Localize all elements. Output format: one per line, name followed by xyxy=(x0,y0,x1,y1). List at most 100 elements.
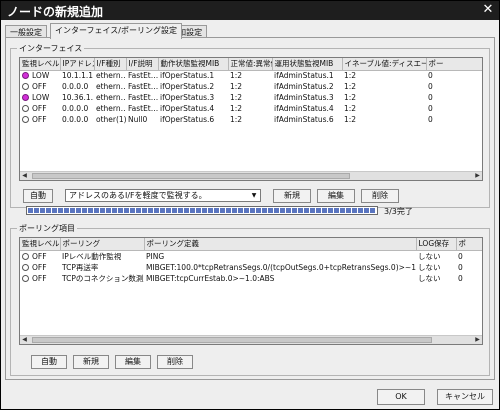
table-row[interactable]: OFF 0.0.0.0 ethern… FastEt… ifOperStatus… xyxy=(20,103,482,114)
interface-auto-button[interactable]: 自動 xyxy=(23,189,53,203)
type-cell: ethern… xyxy=(96,82,126,91)
scroll-left-icon[interactable]: ◀ xyxy=(20,172,29,180)
normal-cell: 1:2 xyxy=(230,93,243,102)
polling-definition-cell: MIBGET:tcpCurrEstab.0>~1.0:ABS xyxy=(146,273,275,283)
polling-group: ポーリング項目 監視レベル ポーリング ポーリング定義 LOG保存 ポ OFF … xyxy=(10,223,490,376)
desc-cell: FastEt… xyxy=(128,71,158,81)
port-cell: 0 xyxy=(428,82,433,91)
interface-mode-select[interactable]: アドレスのあるI/Fを軽度で監視する。 ▼ xyxy=(65,189,261,202)
type-cell: ethern… xyxy=(96,93,126,102)
table-row[interactable]: OFF 0.0.0.0 ethern… FastEt… ifOperStatus… xyxy=(20,81,482,92)
monitor-level-cell[interactable]: LOW xyxy=(20,70,60,81)
scroll-left-icon[interactable]: ◀ xyxy=(20,336,29,344)
ip-cell: 10.1.1.1 xyxy=(62,71,94,81)
radio-unselected-icon[interactable] xyxy=(22,252,29,260)
radio-selected-icon[interactable] xyxy=(22,94,29,101)
close-icon[interactable]: ✕ xyxy=(480,2,496,18)
col-polling-definition[interactable]: ポーリング定義 xyxy=(144,238,417,251)
interface-edit-button[interactable]: 編集 xyxy=(317,189,355,203)
po-cell: 0 xyxy=(458,262,463,272)
radio-unselected-icon[interactable] xyxy=(22,83,29,90)
tab-interface-polling[interactable]: インターフェイス/ポーリング設定 xyxy=(50,23,182,39)
table-row[interactable]: LOW 10.36.1… ethern… FastEt… ifOperStatu… xyxy=(20,92,482,103)
admin-mib-cell: ifAdminStatus.3 xyxy=(274,93,334,102)
oper-mib-cell: ifOperStatus.2 xyxy=(160,82,215,91)
radio-unselected-icon[interactable] xyxy=(22,105,29,112)
interface-mode-value: アドレスのあるI/Fを軽度で監視する。 xyxy=(69,191,207,200)
log-cell: しない xyxy=(418,262,441,272)
col-enable-disable[interactable]: イネーブル値:ディスエーブル値 xyxy=(342,58,427,71)
monitor-level-cell[interactable]: OFF xyxy=(20,103,60,114)
cancel-button[interactable]: キャンセル xyxy=(437,389,493,405)
scroll-thumb[interactable] xyxy=(32,173,350,179)
col-log-save[interactable]: LOG保存 xyxy=(416,238,457,251)
admin-mib-cell: ifAdminStatus.2 xyxy=(274,82,334,91)
ok-button[interactable]: OK xyxy=(377,389,425,405)
scroll-right-icon[interactable]: ▶ xyxy=(473,172,482,180)
monitor-level-cell[interactable]: OFF xyxy=(20,273,60,284)
monitor-level-cell[interactable]: LOW xyxy=(20,92,60,103)
col-admin-mib[interactable]: 運用状態監視MIB xyxy=(272,58,343,71)
col-oper-mib[interactable]: 動作状態監視MIB xyxy=(158,58,229,71)
polling-definition-cell: MIBGET:100.0*tcpRetransSegs.0/(tcpOutSeg… xyxy=(146,262,416,272)
col-if-type[interactable]: I/F種別 xyxy=(94,58,127,71)
port-cell: 0 xyxy=(428,104,433,113)
interface-group: インターフェイス 監視レベル IPアドレス I/F種別 I/F説明 動作状態監視… xyxy=(10,43,490,208)
oper-mib-cell: ifOperStatus.6 xyxy=(160,115,215,124)
polling-hscrollbar[interactable]: ◀ ▶ xyxy=(20,335,482,344)
title-bar[interactable]: ノードの新規追加 ✕ xyxy=(1,1,499,20)
scroll-thumb[interactable] xyxy=(32,337,432,343)
scroll-right-icon[interactable]: ▶ xyxy=(473,336,482,344)
log-cell: しない xyxy=(418,251,441,261)
progress-text: 3/3完了 xyxy=(384,207,413,216)
oper-mib-cell: ifOperStatus.3 xyxy=(160,93,215,102)
radio-unselected-icon[interactable] xyxy=(22,116,29,123)
tab-panel: インターフェイス 監視レベル IPアドレス I/F種別 I/F説明 動作状態監視… xyxy=(5,37,495,380)
ip-cell: 0.0.0.0 xyxy=(62,82,89,91)
normal-cell: 1:2 xyxy=(230,104,243,113)
polling-auto-button[interactable]: 自動 xyxy=(31,355,67,369)
port-cell: 0 xyxy=(428,71,433,81)
monitor-level-cell[interactable]: OFF xyxy=(20,81,60,92)
interface-group-label: インターフェイス xyxy=(17,43,85,54)
enable-cell: 1:2 xyxy=(344,93,357,102)
admin-mib-cell: ifAdminStatus.6 xyxy=(274,115,334,124)
col-monitor-level[interactable]: 監視レベル xyxy=(20,58,61,71)
polling-edit-button[interactable]: 編集 xyxy=(115,355,151,369)
polling-name-cell: TCPのコネクション数測定 xyxy=(62,273,144,283)
col-po[interactable]: ポ xyxy=(456,238,482,251)
radio-unselected-icon[interactable] xyxy=(22,274,29,282)
interface-delete-button[interactable]: 削除 xyxy=(361,189,399,203)
col-if-desc[interactable]: I/F説明 xyxy=(126,58,159,71)
interface-new-button[interactable]: 新規 xyxy=(273,189,311,203)
monitor-level-cell[interactable]: OFF xyxy=(20,114,60,125)
col-port[interactable]: ポー xyxy=(426,58,482,71)
port-cell: 0 xyxy=(428,115,433,124)
progress-bar xyxy=(26,206,378,215)
table-row[interactable]: OFF 0.0.0.0 other(1) Null0 ifOperStatus.… xyxy=(20,114,482,125)
desc-cell: FastEt… xyxy=(128,82,158,91)
radio-selected-icon[interactable] xyxy=(22,72,29,80)
enable-cell: 1:2 xyxy=(344,82,357,91)
table-row[interactable]: LOW 10.1.1.1 ethern… FastEt… ifOperStatu… xyxy=(20,70,482,81)
dropdown-arrow-icon[interactable]: ▼ xyxy=(249,191,259,200)
col-normal-abnormal[interactable]: 正常値:異常値 xyxy=(228,58,273,71)
interface-hscrollbar[interactable]: ◀ ▶ xyxy=(20,171,482,180)
polling-new-button[interactable]: 新規 xyxy=(73,355,109,369)
normal-cell: 1:2 xyxy=(230,115,243,124)
monitor-level-cell[interactable]: OFF xyxy=(20,250,60,262)
radio-unselected-icon[interactable] xyxy=(22,263,29,271)
col-ip-address[interactable]: IPアドレス xyxy=(60,58,95,71)
table-row[interactable]: OFF TCP再送率 MIBGET:100.0*tcpRetransSegs.0… xyxy=(20,262,482,273)
interface-table: 監視レベル IPアドレス I/F種別 I/F説明 動作状態監視MIB 正常値:異… xyxy=(19,57,483,181)
col-polling[interactable]: ポーリング xyxy=(60,238,145,251)
monitor-level-cell[interactable]: OFF xyxy=(20,262,60,273)
polling-delete-button[interactable]: 削除 xyxy=(157,355,193,369)
polling-definition-cell: PING xyxy=(146,251,165,261)
col-monitor-level[interactable]: 監視レベル xyxy=(20,238,61,251)
type-cell: other(1) xyxy=(96,115,126,124)
table-row[interactable]: OFF IPレベル動作監視 PING しない 0 xyxy=(20,250,482,262)
interface-header-row: 監視レベル IPアドレス I/F種別 I/F説明 動作状態監視MIB 正常値:異… xyxy=(20,58,482,71)
table-row[interactable]: OFF TCPのコネクション数測定 MIBGET:tcpCurrEstab.0>… xyxy=(20,273,482,284)
enable-cell: 1:2 xyxy=(344,104,357,113)
